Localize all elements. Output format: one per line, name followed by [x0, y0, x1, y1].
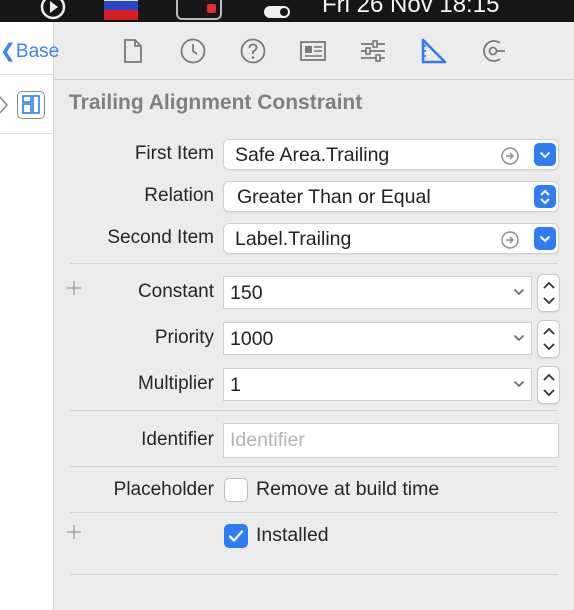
- relation-popup[interactable]: Greater Than or Equal: [223, 181, 559, 212]
- priority-value: 1000: [230, 328, 274, 350]
- chevron-down-icon: [539, 151, 551, 158]
- section-divider: [70, 574, 558, 575]
- multiplier-value: 1: [230, 374, 241, 396]
- tab-bar-divider: [54, 79, 574, 80]
- chevron-right-icon[interactable]: [0, 94, 10, 116]
- plus-icon: [67, 525, 81, 539]
- multiplier-stepper[interactable]: [537, 366, 560, 404]
- installed-label[interactable]: Installed: [256, 524, 329, 547]
- question-icon: [240, 38, 266, 64]
- constant-field[interactable]: 150: [223, 276, 532, 309]
- tab-connections-inspector[interactable]: [478, 36, 508, 66]
- identifier-field[interactable]: [223, 423, 559, 458]
- section-divider: [70, 410, 558, 411]
- first-item-popup[interactable]: Safe Area.Trailing: [223, 139, 559, 170]
- battery-icon[interactable]: [176, 0, 226, 20]
- remove-at-build-time-checkbox[interactable]: [224, 478, 248, 502]
- first-item-value: Safe Area.Trailing: [235, 144, 390, 166]
- priority-label: Priority: [154, 327, 214, 348]
- priority-stepper[interactable]: [537, 320, 560, 358]
- second-item-label: Second Item: [107, 227, 214, 248]
- menu-bar: Fri 26 Nov 18:15: [0, 0, 574, 22]
- chevron-down-icon: [539, 235, 551, 242]
- installed-checkbox[interactable]: [224, 524, 248, 548]
- menu-clock[interactable]: Fri 26 Nov 18:15: [322, 0, 499, 19]
- add-variation-constant-button[interactable]: [66, 279, 82, 302]
- connections-arrow-icon: [483, 40, 505, 62]
- multiplier-field[interactable]: 1: [223, 368, 532, 401]
- second-item-popup[interactable]: Label.Trailing: [223, 223, 559, 254]
- stepper-up-icon[interactable]: [542, 372, 556, 382]
- chevron-down-icon[interactable]: [513, 288, 525, 296]
- tab-attributes-inspector[interactable]: [358, 36, 388, 66]
- priority-field[interactable]: 1000: [223, 322, 532, 355]
- first-item-dropdown-button[interactable]: [534, 143, 556, 166]
- tab-quick-help-inspector[interactable]: [238, 36, 268, 66]
- arrow-circle-icon[interactable]: [500, 230, 520, 250]
- navigator-strip: ❮Base: [0, 22, 59, 610]
- relation-value: Greater Than or Equal: [237, 186, 431, 208]
- id-card-icon: [300, 41, 326, 61]
- constant-stepper[interactable]: [537, 274, 560, 312]
- flag-icon[interactable]: [104, 0, 140, 20]
- ruler-triangle-icon: [421, 38, 447, 64]
- identifier-label: Identifier: [141, 429, 214, 450]
- relation-dropdown-button[interactable]: [534, 185, 556, 208]
- inspector-tab-bar: [54, 22, 574, 80]
- section-divider: [70, 512, 558, 513]
- screen-recording-icon[interactable]: [38, 0, 68, 22]
- tab-size-inspector[interactable]: [418, 36, 448, 66]
- stepper-down-icon[interactable]: [542, 342, 556, 352]
- add-variation-installed-button[interactable]: [66, 523, 82, 546]
- chevron-down-icon[interactable]: [513, 380, 525, 388]
- plus-icon: [67, 281, 81, 295]
- chevron-down-icon[interactable]: [513, 334, 525, 342]
- section-divider: [70, 263, 558, 264]
- file-icon: [124, 39, 142, 63]
- tab-identity-inspector[interactable]: [298, 36, 328, 66]
- second-item-dropdown-button[interactable]: [534, 227, 556, 250]
- document-outline-button[interactable]: [17, 91, 45, 119]
- checkmark-icon: [228, 530, 244, 542]
- remove-at-build-time-label[interactable]: Remove at build time: [256, 478, 439, 501]
- relation-label: Relation: [144, 185, 214, 206]
- arrow-circle-icon[interactable]: [500, 146, 520, 166]
- breadcrumb[interactable]: ❮Base: [0, 40, 59, 63]
- stepper-down-icon[interactable]: [542, 388, 556, 398]
- up-down-chevron-icon: [540, 189, 550, 204]
- section-divider: [70, 466, 558, 467]
- inspector-title: Trailing Alignment Constraint: [69, 91, 363, 114]
- navigator-divider: [0, 74, 54, 75]
- constant-label: Constant: [137, 281, 214, 302]
- multiplier-label: Multiplier: [137, 373, 214, 394]
- clock-icon: [180, 38, 206, 64]
- constant-value: 150: [230, 282, 263, 304]
- layout-icon: [22, 95, 40, 114]
- identifier-input[interactable]: [224, 424, 558, 457]
- stepper-down-icon[interactable]: [542, 296, 556, 306]
- tab-file-inspector[interactable]: [118, 36, 148, 66]
- control-center-icon[interactable]: [262, 0, 292, 22]
- stepper-up-icon[interactable]: [542, 326, 556, 336]
- stepper-up-icon[interactable]: [542, 280, 556, 290]
- placeholder-label: Placeholder: [113, 479, 214, 500]
- second-item-value: Label.Trailing: [235, 228, 352, 250]
- tab-history-inspector[interactable]: [178, 36, 208, 66]
- first-item-label: First Item: [134, 143, 214, 164]
- navigator-divider: [0, 133, 54, 134]
- sliders-icon: [361, 40, 385, 62]
